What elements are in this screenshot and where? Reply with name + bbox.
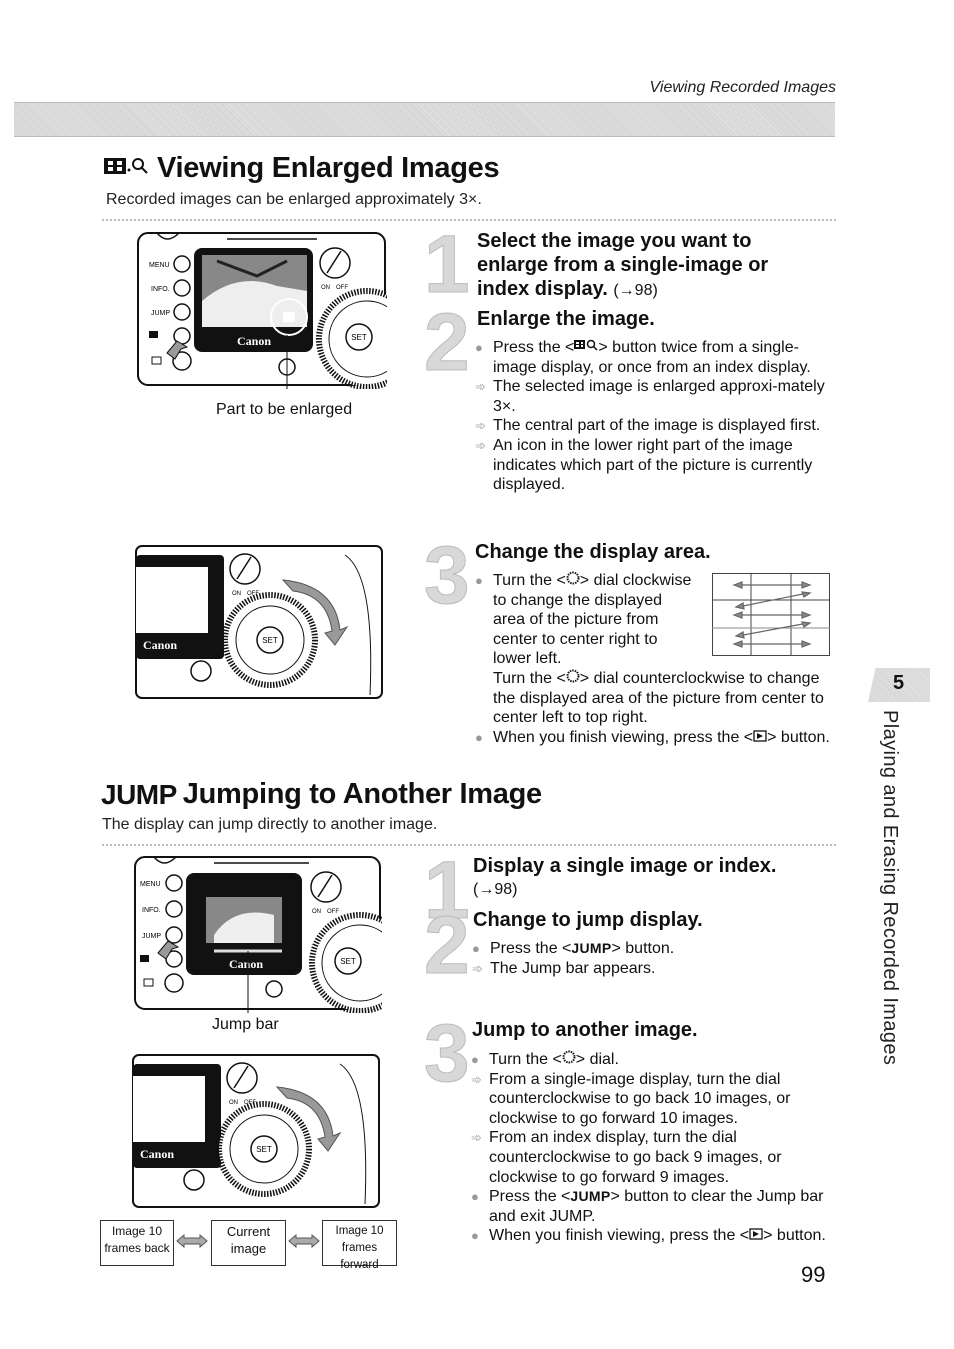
svg-text:ON: ON	[321, 285, 330, 291]
step-number: 2	[424, 900, 471, 991]
result-arrow-icon: ➾	[471, 1130, 482, 1146]
page-reference: (→98)	[613, 282, 658, 299]
double-arrow-icon	[176, 1233, 208, 1253]
divider	[102, 219, 838, 221]
bullet-icon: ●	[475, 573, 483, 588]
list-item: Turn the < > dial counterclockwise to cha…	[493, 669, 824, 727]
jump-button-label: JUMP	[571, 940, 612, 956]
list-item: ● Turn the < > dial clockwise to change t…	[475, 571, 692, 668]
list-item: ● When you finish viewing, press the < > …	[475, 728, 830, 748]
svg-text:SET: SET	[262, 636, 278, 645]
camera-back-illustration: Canon MENU INFO. JUMP ON OFF SET	[137, 231, 418, 401]
bullet-icon: ●	[471, 1052, 479, 1067]
running-header: Viewing Recorded Images	[649, 79, 836, 96]
svg-text:MENU: MENU	[149, 262, 170, 269]
header-band	[14, 102, 835, 137]
section2-heading: JUMP Jumping to Another Image	[101, 778, 542, 811]
page-number: 99	[801, 1262, 826, 1287]
section-title: Jumping to Another Image	[182, 778, 542, 810]
list-item: ● Press the <JUMP> button to clear the J…	[471, 1188, 824, 1225]
svg-text:INFO.: INFO.	[142, 907, 161, 914]
svg-text:ON: ON	[232, 591, 241, 597]
section2-intro: The display can jump directly to another…	[102, 816, 438, 833]
display-area-grid-diagram	[712, 573, 830, 656]
step-number: 3	[424, 530, 471, 621]
jump-box-current: Current image	[211, 1220, 286, 1266]
result-arrow-icon: ➾	[475, 379, 486, 395]
svg-text:INFO.: INFO.	[151, 286, 170, 293]
double-arrow-icon	[288, 1233, 320, 1253]
svg-text:MENU: MENU	[140, 881, 161, 888]
page-reference: (→98)	[473, 881, 518, 898]
step-heading: Enlarge the image.	[477, 308, 655, 330]
svg-text:Canon: Canon	[143, 638, 177, 652]
result-arrow-icon: ➾	[471, 1071, 482, 1087]
jump-button-label: JUMP	[570, 1188, 611, 1205]
list-item: ➾ The selected image is enlarged approxi-…	[475, 378, 825, 415]
index-magnify-icon	[574, 338, 598, 358]
chapter-title: Playing and Erasing Recorded Images	[879, 710, 901, 1066]
bullet-icon: ●	[475, 729, 483, 745]
dial-icon	[562, 1050, 576, 1070]
list-item: ➾ The central part of the image is displa…	[475, 417, 821, 435]
bullet-icon: ●	[472, 941, 480, 956]
list-item: ● Press the <JUMP> button.	[472, 940, 675, 957]
jump-box-back: Image 10 frames back	[100, 1220, 174, 1266]
dial-rotation-illustration: Canon ON OFF SET	[135, 545, 385, 701]
playback-icon	[753, 728, 767, 748]
list-item: ➾ From a single-image display, turn the d…	[471, 1070, 791, 1127]
list-item: ● Press the < > button twice from a singl…	[475, 338, 811, 376]
result-arrow-icon: ➾	[475, 418, 486, 434]
jump-box-forward: Image 10 frames forward	[322, 1220, 397, 1271]
step-heading: Change the display area.	[475, 541, 711, 563]
step-heading: Select the image you want to enlarge fro…	[477, 230, 769, 300]
svg-text:SET: SET	[256, 1145, 272, 1154]
svg-text:ON: ON	[229, 1100, 238, 1106]
dial-rotation-illustration: Canon ON OFF SET	[132, 1054, 382, 1210]
step-heading: Display a single image or index.	[473, 855, 777, 877]
svg-text:JUMP: JUMP	[142, 933, 161, 940]
playback-icon	[749, 1226, 763, 1246]
index-magnify-icon	[103, 152, 151, 185]
svg-text:OFF: OFF	[327, 909, 339, 915]
list-item: ➾ An icon in the lower right part of the …	[475, 437, 813, 494]
dial-icon	[566, 571, 580, 591]
page-title: Viewing Enlarged Images	[157, 152, 500, 184]
svg-text:SET: SET	[340, 957, 356, 966]
step-body: ● Press the < > button twice from a singl…	[475, 338, 835, 495]
dial-icon	[566, 669, 580, 689]
step-body: ● Press the <JUMP> button. ➾ The Jump bar…	[472, 939, 832, 978]
bullet-icon: ●	[475, 340, 483, 355]
svg-text:Canon: Canon	[229, 957, 263, 971]
svg-text:ON: ON	[312, 909, 321, 915]
list-item: ➾ The Jump bar appears.	[472, 959, 656, 977]
figure-caption: Jump bar	[212, 1016, 279, 1033]
divider	[102, 844, 838, 846]
bullet-icon: ●	[471, 1189, 479, 1205]
svg-text:OFF: OFF	[336, 285, 348, 291]
svg-text:Canon: Canon	[140, 1147, 174, 1161]
list-item: ● When you finish viewing, press the < > …	[471, 1226, 826, 1246]
result-arrow-icon: ➾	[475, 438, 486, 453]
svg-text:SET: SET	[351, 333, 367, 342]
step-body: ● Turn the < > dial. ➾ From a single-image…	[471, 1050, 831, 1246]
chapter-number: 5	[893, 672, 905, 694]
section1-heading: Viewing Enlarged Images	[103, 152, 500, 185]
camera-jump-bar-illustration: Canon MENU INFO. JUMP ON OFF SET	[134, 855, 411, 1015]
list-item: ➾ From an index display, turn the dial co…	[471, 1129, 782, 1186]
step-number: 1	[424, 219, 471, 310]
bullet-icon: ●	[471, 1228, 479, 1244]
figure-caption: Part to be enlarged	[216, 401, 353, 418]
section1-intro: Recorded images can be enlarged approxim…	[106, 191, 482, 208]
svg-text:JUMP: JUMP	[151, 310, 170, 317]
step-number: 3	[424, 1008, 471, 1099]
camera-brand-label: Canon	[237, 334, 271, 348]
step-heading: Change to jump display.	[473, 909, 703, 931]
step-number: 2	[424, 297, 471, 388]
list-item: ● Turn the < > dial.	[471, 1050, 619, 1070]
step-heading: Jump to another image.	[472, 1019, 698, 1041]
jump-icon: JUMP	[101, 778, 177, 810]
result-arrow-icon: ➾	[472, 960, 483, 976]
